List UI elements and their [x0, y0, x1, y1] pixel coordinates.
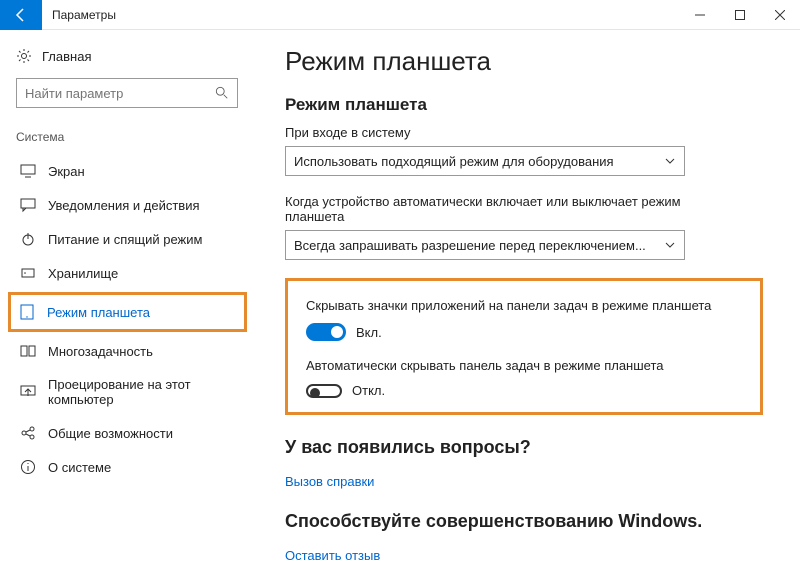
sidebar-item-about[interactable]: О системе [16, 450, 243, 484]
info-icon [20, 459, 36, 475]
sidebar-item-projecting[interactable]: Проецирование на этот компьютер [16, 368, 243, 416]
help-link[interactable]: Вызов справки [285, 474, 374, 489]
gear-icon [16, 48, 32, 64]
highlight-toggles: Скрывать значки приложений на панели зад… [285, 278, 763, 415]
project-icon [20, 384, 36, 400]
sidebar-nav: Экран Уведомления и действия Питание и с… [16, 154, 243, 484]
tablet-icon [19, 304, 35, 320]
storage-icon [20, 265, 36, 281]
sidebar-section-title: Система [16, 130, 243, 144]
search-icon [215, 86, 229, 100]
toggle-hide-icons-state: Вкл. [356, 325, 382, 340]
arrow-left-icon [13, 7, 29, 23]
minimize-button[interactable] [680, 0, 720, 30]
sidebar-item-display[interactable]: Экран [16, 154, 243, 188]
page-title: Режим планшета [285, 46, 780, 77]
sidebar-item-shared[interactable]: Общие возможности [16, 416, 243, 450]
message-icon [20, 197, 36, 213]
window-title: Параметры [52, 8, 116, 22]
feedback-link[interactable]: Оставить отзыв [285, 548, 380, 563]
chevron-down-icon [664, 155, 676, 167]
home-link[interactable]: Главная [16, 44, 243, 68]
feedback-heading: Способствуйте совершенствованию Windows. [285, 511, 780, 532]
toggle-hide-icons[interactable] [306, 323, 346, 341]
section-heading: Режим планшета [285, 95, 780, 115]
monitor-icon [20, 163, 36, 179]
back-button[interactable] [0, 0, 42, 30]
titlebar: Параметры [0, 0, 800, 30]
home-label: Главная [42, 49, 91, 64]
sidebar-item-storage[interactable]: Хранилище [16, 256, 243, 290]
sidebar-item-power[interactable]: Питание и спящий режим [16, 222, 243, 256]
autoswitch-label: Когда устройство автоматически включает … [285, 194, 705, 224]
window-controls [680, 0, 800, 30]
close-button[interactable] [760, 0, 800, 30]
sidebar-item-multitasking[interactable]: Многозадачность [16, 334, 243, 368]
autoswitch-dropdown[interactable]: Всегда запрашивать разрешение перед пере… [285, 230, 685, 260]
search-input[interactable] [16, 78, 238, 108]
toggle-hide-taskbar[interactable] [306, 384, 342, 398]
signin-label: При входе в систему [285, 125, 780, 140]
signin-dropdown[interactable]: Использовать подходящий режим для оборуд… [285, 146, 685, 176]
chevron-down-icon [664, 239, 676, 251]
main-content: Режим планшета Режим планшета При входе … [255, 30, 800, 574]
toggle-hide-taskbar-label: Автоматически скрывать панель задач в ре… [306, 357, 742, 375]
sidebar: Главная Система Экран Уведомления и дейс… [0, 30, 255, 574]
toggle-hide-icons-label: Скрывать значки приложений на панели зад… [306, 297, 742, 315]
maximize-button[interactable] [720, 0, 760, 30]
toggle-hide-taskbar-state: Откл. [352, 383, 385, 398]
highlight-selected-nav: Режим планшета [8, 292, 247, 332]
multitask-icon [20, 343, 36, 359]
share-icon [20, 425, 36, 441]
sidebar-item-tablet-mode[interactable]: Режим планшета [15, 295, 244, 329]
questions-heading: У вас появились вопросы? [285, 437, 780, 458]
sidebar-item-notifications[interactable]: Уведомления и действия [16, 188, 243, 222]
power-icon [20, 231, 36, 247]
search-field[interactable] [25, 86, 215, 101]
